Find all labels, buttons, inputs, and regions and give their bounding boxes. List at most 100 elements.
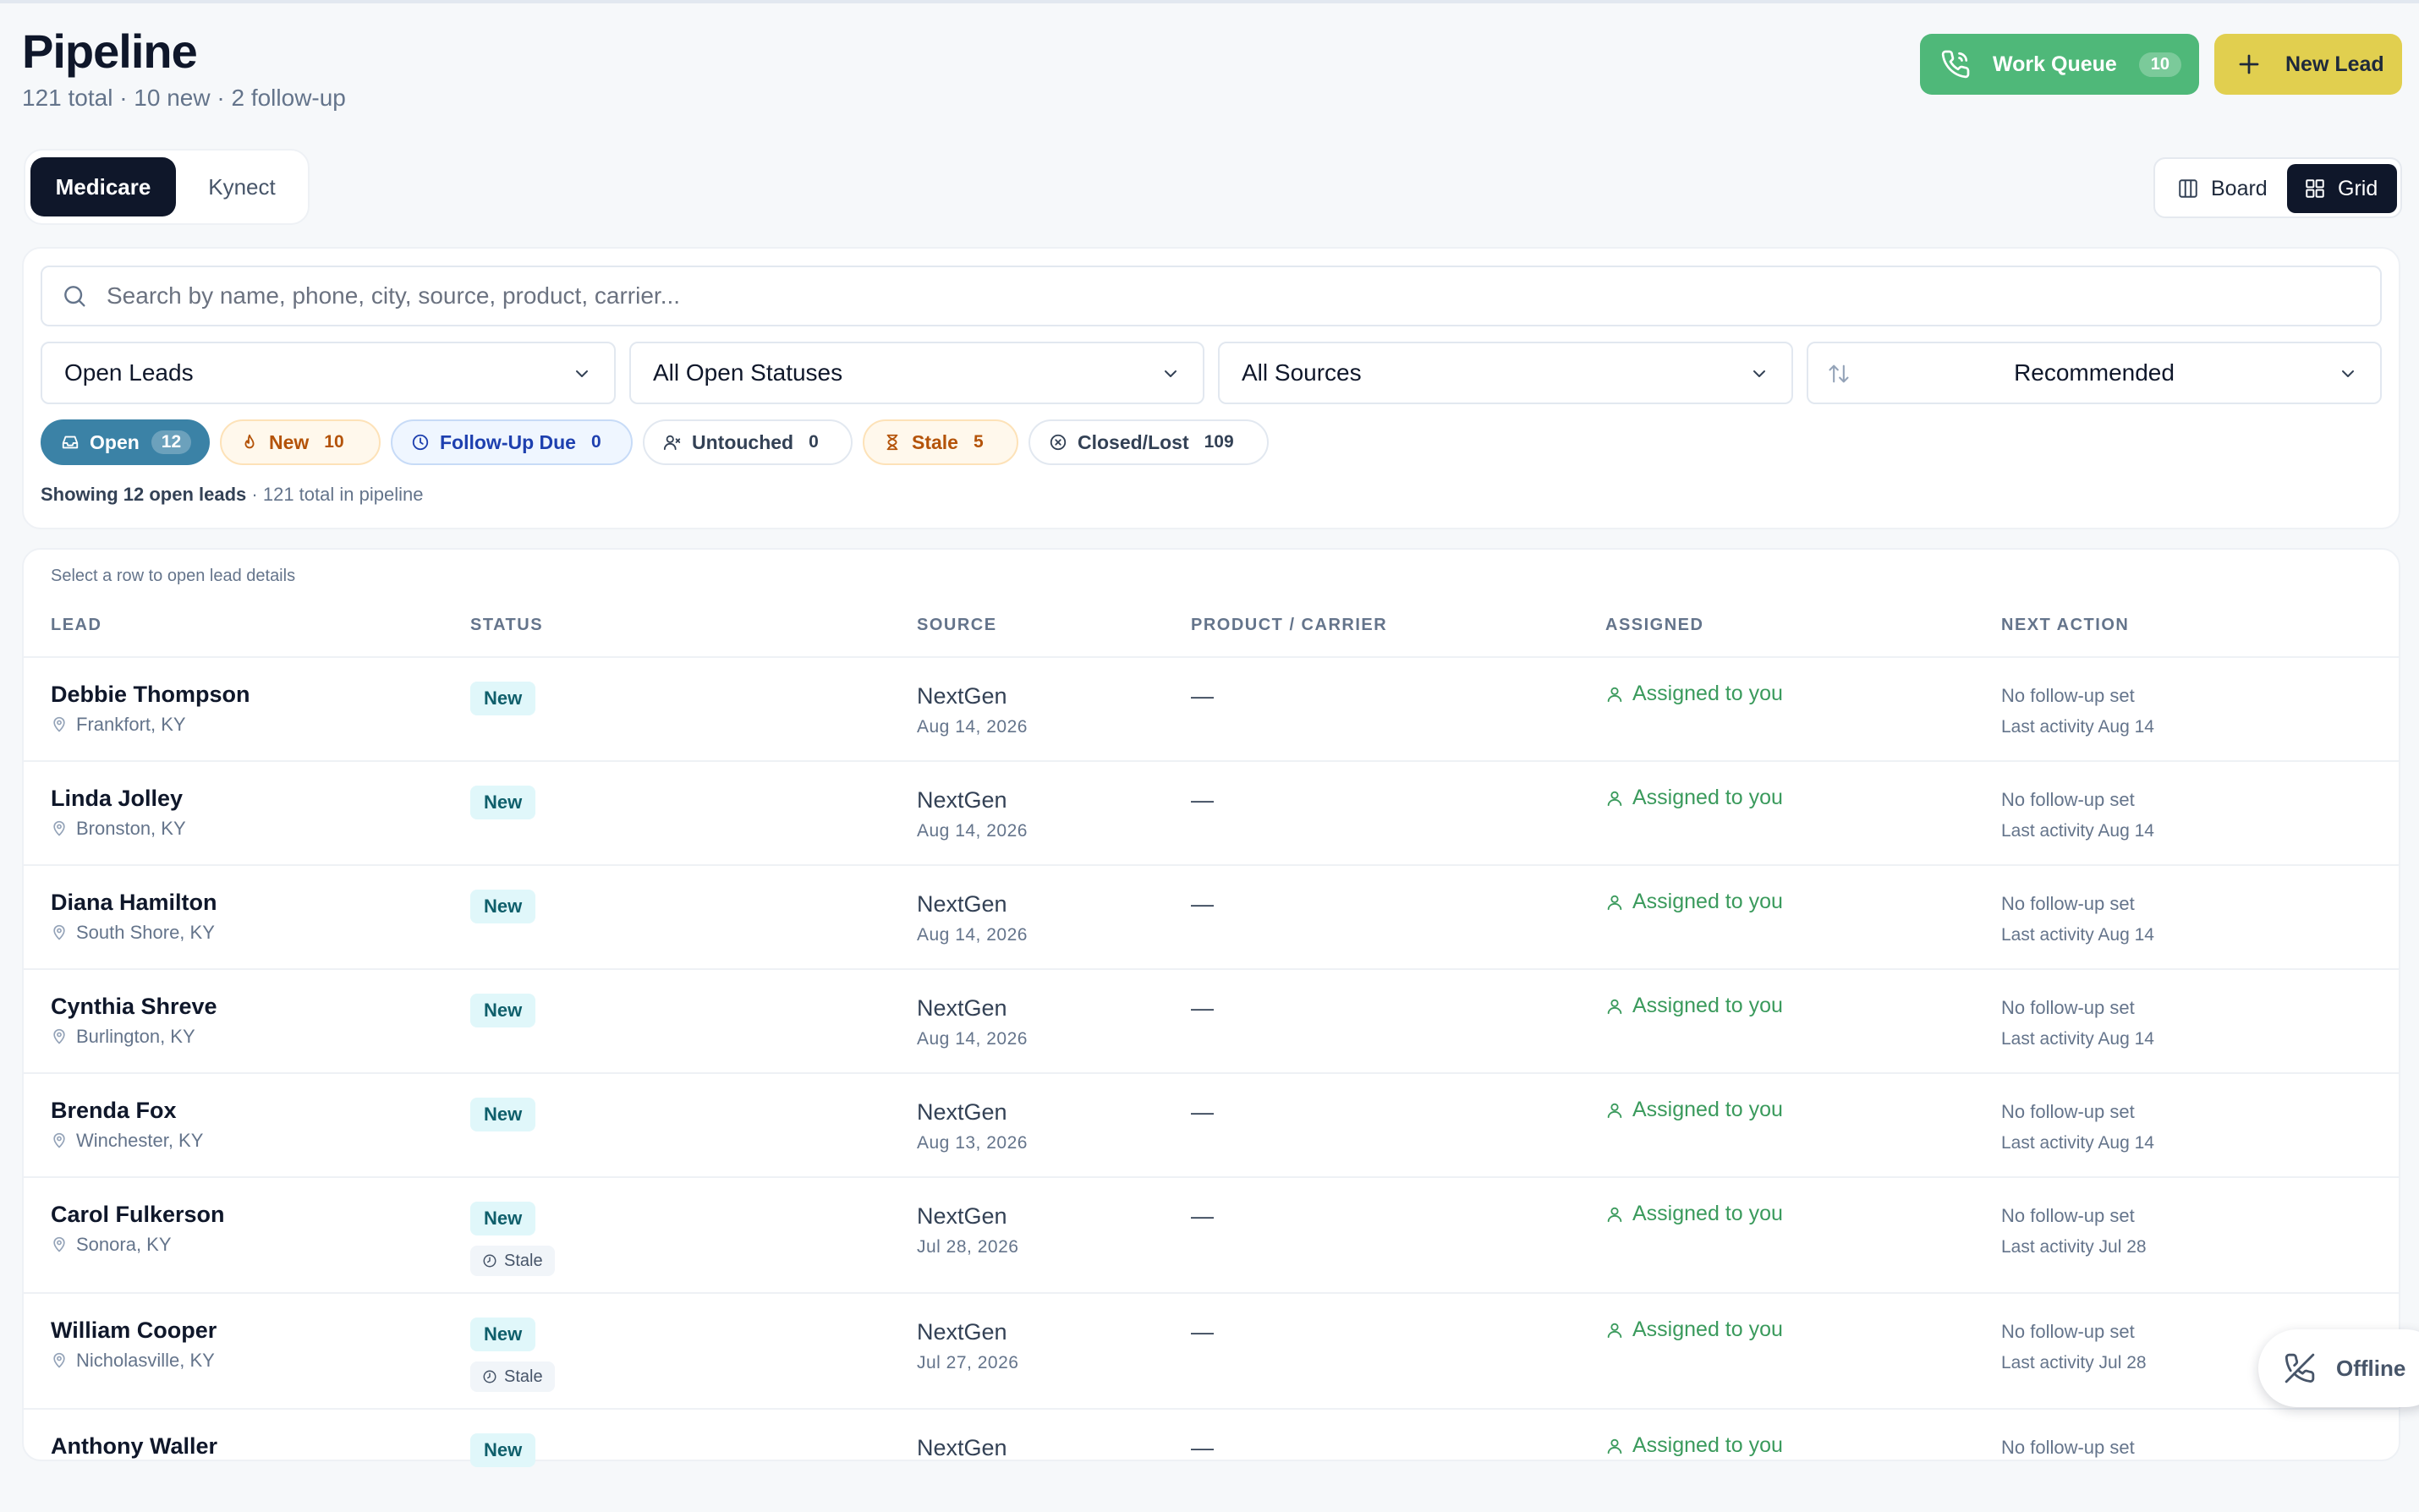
source-select-value: All Sources (1242, 359, 1362, 386)
search-input[interactable] (105, 282, 2307, 310)
lead-next-action: No follow-up set (2001, 1205, 2135, 1226)
user-icon (1605, 1437, 1624, 1455)
lead-next-action: No follow-up set (2001, 789, 2135, 810)
lead-source: NextGen (917, 683, 1007, 709)
phone-icon (1941, 50, 1970, 79)
lead-next-action: No follow-up set (2001, 893, 2135, 914)
stale-badge: Stale (470, 1246, 555, 1276)
source-select[interactable]: All Sources (1218, 342, 1793, 404)
chip-stale[interactable]: Stale 5 (863, 419, 1018, 465)
chip-untouched[interactable]: Untouched 0 (643, 419, 853, 465)
chip-open[interactable]: Open 12 (41, 419, 210, 465)
stale-badge-label: Stale (504, 1367, 543, 1386)
chip-untouched-count: 0 (809, 432, 819, 452)
lead-source-date: Jul 27, 2026 (917, 1353, 1019, 1372)
lead-name: Anthony Waller (51, 1433, 218, 1459)
chip-stale-count: 5 (973, 432, 984, 452)
lead-assigned: Assigned to you (1605, 1318, 1783, 1342)
user-icon (1605, 685, 1624, 704)
status-badge: New (470, 1098, 536, 1131)
column-header-next-action: NEXT ACTION (2001, 616, 2130, 634)
table-row[interactable]: Carol Fulkerson Sonora, KY New Stale NextGen… (24, 1176, 2399, 1292)
lead-city: South Shore, KY (76, 922, 215, 943)
scope-select[interactable]: Open Leads (41, 342, 616, 404)
column-header-source: SOURCE (917, 616, 997, 634)
lead-name: Diana Hamilton (51, 890, 217, 915)
new-lead-button[interactable]: New Lead (2214, 34, 2402, 95)
lead-assigned-label: Assigned to you (1632, 994, 1783, 1017)
user-x-icon (663, 435, 681, 451)
table-row[interactable]: Linda Jolley Bronston, KY New NextGen Aug 14… (24, 760, 2399, 864)
table-row[interactable]: William Cooper Nicholasville, KY New Stale N… (24, 1292, 2399, 1408)
new-lead-label: New Lead (2285, 52, 2384, 76)
work-queue-button[interactable]: Work Queue 10 (1920, 34, 2199, 95)
tab-kynect[interactable]: Kynect (191, 157, 293, 216)
lead-assigned-label: Assigned to you (1632, 1202, 1783, 1225)
table-row[interactable]: Diana Hamilton South Shore, KY New NextGen A… (24, 864, 2399, 968)
sort-icon (1829, 364, 1849, 383)
board-view-button[interactable]: Board (2158, 164, 2285, 213)
work-queue-label: Work Queue (1993, 52, 2117, 76)
lead-source-date: Aug 14, 2026 (917, 717, 1028, 737)
lead-product-carrier: — (1191, 683, 1214, 709)
lead-location: Nicholasville, KY (51, 1350, 215, 1372)
chip-untouched-label: Untouched (692, 430, 794, 453)
lead-assigned: Assigned to you (1605, 1433, 1783, 1458)
offline-indicator[interactable]: Offline (2258, 1329, 2419, 1407)
user-icon (1605, 789, 1624, 808)
map-pin-icon (51, 1236, 68, 1253)
search-box (41, 266, 2382, 326)
grid-view-button[interactable]: Grid (2287, 164, 2397, 213)
map-pin-icon (51, 1352, 68, 1369)
clock-icon (412, 434, 429, 451)
tab-medicare[interactable]: Medicare (30, 157, 176, 216)
table-row[interactable]: Anthony Waller New NextGen — Assigned to you… (24, 1408, 2399, 1512)
lead-source-date: Aug 14, 2026 (917, 1029, 1028, 1049)
status-select[interactable]: All Open Statuses (629, 342, 1204, 404)
lead-last-activity: Last activity Aug 14 (2001, 717, 2154, 737)
lead-next-action: No follow-up set (2001, 1321, 2135, 1342)
chip-closed-lost[interactable]: Closed/Lost 109 (1028, 419, 1269, 465)
lead-city: Bronston, KY (76, 818, 186, 839)
chip-follow-up-count: 0 (590, 432, 601, 452)
lead-product-carrier: — (1191, 787, 1214, 813)
lead-product-carrier: — (1191, 1435, 1214, 1460)
results-summary-main: Showing 12 open leads (41, 484, 247, 505)
table-row[interactable]: Cynthia Shreve Burlington, KY New NextGen Au… (24, 968, 2399, 1072)
lead-assigned-label: Assigned to you (1632, 890, 1783, 913)
hourglass-icon (886, 434, 898, 451)
chip-follow-up-due[interactable]: Follow-Up Due 0 (391, 419, 633, 465)
chip-new[interactable]: New 10 (220, 419, 381, 465)
lead-assigned-label: Assigned to you (1632, 786, 1783, 809)
lead-name: Carol Fulkerson (51, 1202, 225, 1227)
lead-assigned: Assigned to you (1605, 786, 1783, 810)
lead-product-carrier: — (1191, 995, 1214, 1021)
table-row[interactable]: Brenda Fox Winchester, KY New NextGen Aug 13… (24, 1072, 2399, 1176)
lead-source: NextGen (917, 891, 1007, 917)
grid-label: Grid (2338, 176, 2378, 200)
page-subtitle: 121 total · 10 new · 2 follow-up (22, 85, 346, 111)
column-header-lead: LEAD (51, 616, 102, 634)
chevron-down-icon (1753, 370, 1765, 377)
lead-source: NextGen (917, 1435, 1007, 1460)
chip-new-label: New (269, 430, 310, 453)
lead-location: South Shore, KY (51, 922, 215, 944)
lead-product-carrier: — (1191, 891, 1214, 917)
status-badge: New (470, 682, 536, 715)
chip-closed-lost-count: 109 (1204, 432, 1234, 452)
table-row[interactable]: Debbie Thompson Frankfort, KY New NextGen Au… (24, 656, 2399, 760)
map-pin-icon (51, 1132, 68, 1149)
scope-select-value: Open Leads (64, 359, 194, 386)
lead-assigned: Assigned to you (1605, 890, 1783, 914)
lead-source-date: Aug 13, 2026 (917, 1133, 1028, 1153)
lead-city: Burlington, KY (76, 1026, 195, 1047)
lead-city: Winchester, KY (76, 1130, 204, 1151)
product-tabs: Medicare Kynect (24, 149, 310, 225)
lead-source-date: Aug 14, 2026 (917, 925, 1028, 945)
column-header-product-carrier: PRODUCT / CARRIER (1191, 616, 1388, 634)
map-pin-icon (51, 820, 68, 837)
status-badge: New (470, 890, 536, 923)
lead-location: Bronston, KY (51, 818, 186, 840)
sort-select[interactable]: Recommended (1807, 342, 2382, 404)
column-header-assigned: ASSIGNED (1605, 616, 1704, 634)
